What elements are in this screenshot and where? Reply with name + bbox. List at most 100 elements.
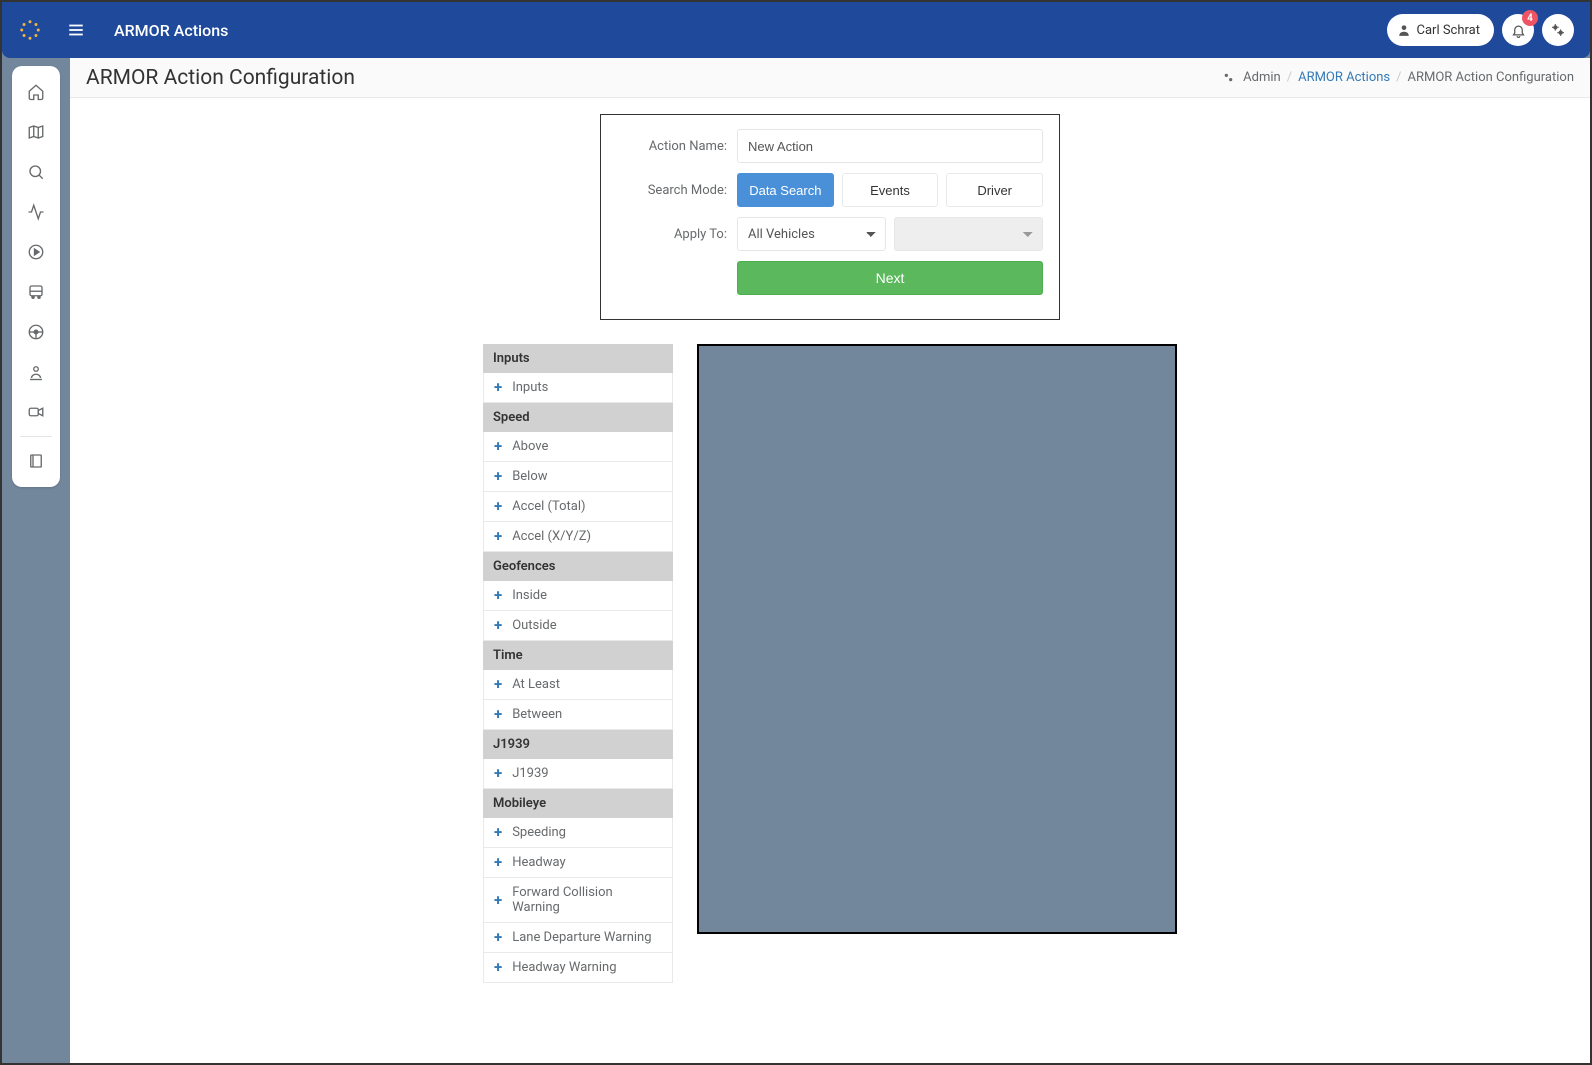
palette-group-header: Geofences: [483, 552, 673, 581]
palette-item[interactable]: + Accel (X/Y/Z): [483, 522, 673, 552]
palette-item-label: Above: [512, 439, 548, 454]
user-name-label: Carl Schrat: [1417, 23, 1480, 38]
bus-icon: [27, 283, 45, 301]
nav-driver[interactable]: [16, 312, 56, 352]
config-card: Action Name: Search Mode: Data Search Ev…: [600, 114, 1060, 320]
book-icon: [27, 452, 45, 470]
plus-icon: +: [494, 469, 502, 484]
palette-item[interactable]: + Above: [483, 432, 673, 462]
nav-docs[interactable]: [16, 441, 56, 481]
palette-item-label: Inputs: [512, 380, 548, 395]
palette-item-label: Headway: [512, 855, 565, 870]
top-navbar: ARMOR Actions Carl Schrat 4: [2, 2, 1590, 58]
palette-item[interactable]: + Between: [483, 700, 673, 730]
sidebar-nav: [12, 66, 60, 487]
palette-group-header: Mobileye: [483, 789, 673, 818]
nav-home[interactable]: [16, 72, 56, 112]
palette-group-header: Speed: [483, 403, 673, 432]
plus-icon: +: [494, 380, 502, 395]
palette-group-header: Time: [483, 641, 673, 670]
action-name-input[interactable]: [737, 129, 1043, 163]
plus-icon: +: [494, 707, 502, 722]
plus-icon: +: [494, 893, 502, 908]
palette-item-label: J1939: [512, 766, 548, 781]
action-name-label: Action Name:: [617, 139, 737, 154]
palette-item-label: Accel (X/Y/Z): [512, 529, 591, 544]
steering-wheel-icon: [27, 323, 45, 341]
palette-item[interactable]: + Headway: [483, 848, 673, 878]
map-icon: [27, 123, 45, 141]
palette-item-label: Outside: [512, 618, 556, 633]
plus-icon: +: [494, 677, 502, 692]
palette-item[interactable]: + J1939: [483, 759, 673, 789]
nav-activity[interactable]: [16, 192, 56, 232]
person-pin-icon: [27, 363, 45, 381]
brand-logo-icon: [10, 10, 50, 50]
plus-icon: +: [494, 825, 502, 840]
palette-item[interactable]: + Forward Collision Warning: [483, 878, 673, 923]
notification-badge: 4: [1522, 10, 1538, 26]
breadcrumb-parent-link[interactable]: ARMOR Actions: [1298, 70, 1390, 85]
apply-to-label: Apply To:: [617, 227, 737, 242]
plus-icon: +: [494, 618, 502, 633]
page-header: ARMOR Action Configuration Admin / ARMOR…: [70, 58, 1590, 98]
menu-toggle-button[interactable]: [56, 10, 96, 50]
palette-item[interactable]: + Headway Warning: [483, 953, 673, 983]
palette-item-label: Inside: [512, 588, 547, 603]
palette-item[interactable]: +Speeding: [483, 818, 673, 848]
nav-search[interactable]: [16, 152, 56, 192]
palette-item[interactable]: + Outside: [483, 611, 673, 641]
palette-item-label: Forward Collision Warning: [512, 885, 662, 915]
plus-icon: +: [494, 766, 502, 781]
page-title: ARMOR Action Configuration: [86, 66, 355, 90]
apply-to-secondary-select: [894, 217, 1043, 251]
settings-button[interactable]: [1542, 14, 1574, 46]
breadcrumb-current: ARMOR Action Configuration: [1408, 70, 1575, 85]
user-menu-button[interactable]: Carl Schrat: [1387, 14, 1494, 46]
palette-item-label: Accel (Total): [512, 499, 585, 514]
search-mode-data-search[interactable]: Data Search: [737, 173, 834, 207]
nav-person[interactable]: [16, 352, 56, 392]
palette-group-header: Inputs: [483, 344, 673, 373]
plus-icon: +: [494, 439, 502, 454]
cogs-icon: [1222, 71, 1235, 84]
next-button[interactable]: Next: [737, 261, 1043, 295]
nav-play[interactable]: [16, 232, 56, 272]
palette-item-label: Headway Warning: [512, 960, 616, 975]
palette-item[interactable]: + Accel (Total): [483, 492, 673, 522]
palette-group-header: J1939: [483, 730, 673, 759]
search-icon: [27, 163, 45, 181]
breadcrumb-admin: Admin: [1243, 70, 1281, 85]
plus-icon: +: [494, 499, 502, 514]
user-icon: [1397, 23, 1411, 37]
nav-vehicle[interactable]: [16, 272, 56, 312]
palette-item[interactable]: + Lane Departure Warning: [483, 923, 673, 953]
palette-item[interactable]: + At Least: [483, 670, 673, 700]
palette-item[interactable]: + Inputs: [483, 373, 673, 403]
plus-icon: +: [494, 855, 502, 870]
nav-video[interactable]: [16, 392, 56, 432]
palette-item-label: Below: [512, 469, 547, 484]
activity-icon: [27, 203, 45, 221]
video-icon: [27, 403, 45, 421]
plus-icon: +: [494, 588, 502, 603]
sidebar-divider: [20, 436, 52, 437]
palette-item[interactable]: + Inside: [483, 581, 673, 611]
app-title: ARMOR Actions: [114, 21, 228, 40]
condition-palette: Inputs + Inputs Speed + Above + Below + Accel (To…: [483, 344, 673, 983]
play-circle-icon: [27, 243, 45, 261]
notifications-button[interactable]: 4: [1502, 14, 1534, 46]
palette-item-label: Between: [512, 707, 562, 722]
search-mode-events[interactable]: Events: [842, 173, 939, 207]
plus-icon: +: [494, 930, 502, 945]
search-mode-driver[interactable]: Driver: [946, 173, 1043, 207]
palette-item[interactable]: + Below: [483, 462, 673, 492]
apply-to-select[interactable]: All Vehicles: [737, 217, 886, 251]
plus-icon: +: [494, 960, 502, 975]
canvas-drop-area[interactable]: [697, 344, 1177, 934]
breadcrumb: Admin / ARMOR Actions / ARMOR Action Con…: [1222, 70, 1574, 85]
palette-item-label: Lane Departure Warning: [512, 930, 651, 945]
plus-icon: +: [494, 529, 502, 544]
palette-item-label: At Least: [512, 677, 560, 692]
nav-map[interactable]: [16, 112, 56, 152]
